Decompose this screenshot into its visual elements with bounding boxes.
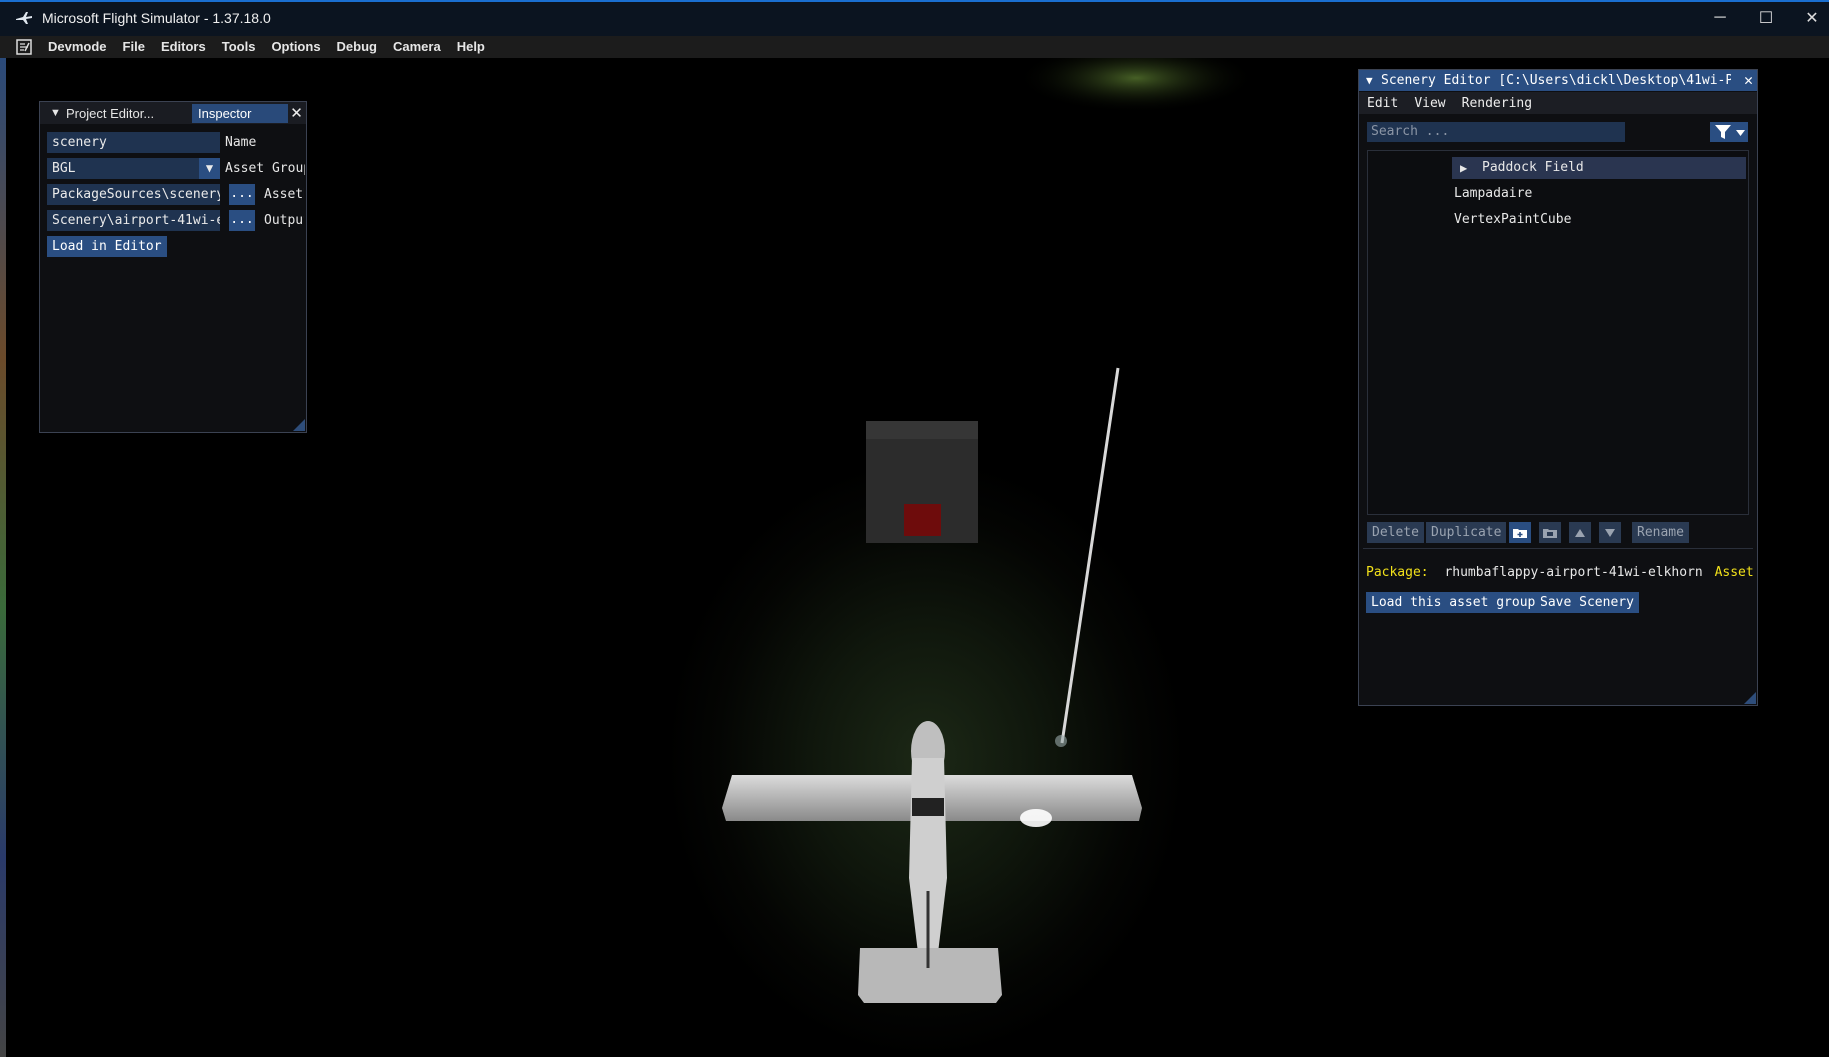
aircraft — [722, 721, 1142, 1003]
flight-simulator-app-icon — [14, 8, 34, 28]
menu-edit[interactable]: Edit — [1359, 96, 1406, 111]
duplicate-button[interactable]: Duplicate — [1426, 522, 1507, 543]
asset-group-select[interactable]: BGL ▼ — [47, 158, 220, 179]
collapse-triangle-icon[interactable]: ▼ — [1366, 74, 1373, 87]
devmode-menubar: Devmode File Editors Tools Options Debug… — [0, 36, 1829, 58]
arrow-up-icon — [1575, 528, 1585, 537]
minimize-button[interactable]: ─ — [1697, 0, 1743, 36]
move-up-button[interactable] — [1569, 522, 1591, 543]
move-down-button[interactable] — [1599, 522, 1621, 543]
search-input[interactable]: Search ... — [1367, 122, 1625, 142]
output-dir-label: Output — [264, 213, 304, 228]
menu-view[interactable]: View — [1406, 96, 1453, 111]
asset-group-value: BGL — [52, 161, 76, 176]
scenery-editor-close-button[interactable]: ✕ — [1744, 71, 1753, 89]
lampadaire-pole — [1060, 367, 1120, 744]
scenery-editor-title: Scenery Editor [C:\Users\dickl\Desktop\4… — [1381, 73, 1731, 88]
package-value: rhumbaflappy-airport-41wi-elkhorn — [1444, 565, 1703, 580]
minimize-icon: ─ — [1714, 9, 1726, 26]
tab-project-editor[interactable]: ▼ Project Editor... — [44, 104, 160, 123]
name-label: Name — [225, 135, 257, 150]
folder-button[interactable] — [1539, 522, 1561, 543]
tree-item-lampadaire[interactable]: Lampadaire — [1452, 183, 1532, 205]
menu-rendering[interactable]: Rendering — [1454, 96, 1540, 111]
menu-camera[interactable]: Camera — [385, 36, 449, 58]
close-icon: ✕ — [1743, 71, 1753, 89]
scenery-editor-titlebar[interactable]: ▼ Scenery Editor [C:\Users\dickl\Desktop… — [1359, 70, 1757, 91]
scenery-object-tree[interactable]: ▶ Paddock Field Lampadaire VertexPaintCu… — [1367, 150, 1749, 515]
vertex-paint-cube — [866, 421, 978, 543]
resize-grip-icon[interactable] — [1744, 692, 1756, 704]
devmode-toggle-icon[interactable] — [16, 39, 32, 55]
inspector-close-button[interactable]: ✕ — [287, 104, 306, 123]
tree-item-vertexpaintcube[interactable]: VertexPaintCube — [1452, 209, 1571, 231]
name-input[interactable]: scenery — [47, 132, 220, 153]
save-scenery-button[interactable]: Save Scenery — [1535, 592, 1639, 613]
close-window-button[interactable]: ✕ — [1789, 0, 1829, 36]
close-icon: ✕ — [290, 105, 303, 122]
menu-tools[interactable]: Tools — [214, 36, 264, 58]
expand-arrow-icon[interactable]: ▶ — [1460, 157, 1467, 179]
output-dir-input[interactable]: Scenery\airport-41wi-elk — [47, 210, 220, 231]
package-label: Package: — [1366, 565, 1429, 580]
add-folder-button[interactable] — [1509, 522, 1531, 543]
filter-icon — [1715, 125, 1745, 139]
folder-icon — [1543, 528, 1557, 538]
package-info-row: Package: rhumbaflappy-airport-41wi-elkho… — [1366, 564, 1754, 582]
distant-light — [1016, 58, 1256, 113]
tab-inspector[interactable]: Inspector — [192, 104, 288, 123]
asset-group-label: Asset Group — [225, 161, 305, 176]
asset-dir-label: AssetD — [264, 187, 304, 202]
tab-project-editor-label: Project Editor... — [66, 106, 155, 121]
chevron-down-icon[interactable]: ▼ — [199, 158, 220, 179]
inspector-panel: ▼ Project Editor... Inspector ✕ scenery … — [39, 101, 307, 433]
divider — [1363, 548, 1753, 549]
asset-label: Asset: — [1714, 565, 1754, 580]
close-icon: ✕ — [1805, 10, 1819, 27]
resize-grip-icon[interactable] — [293, 419, 305, 431]
browse-output-dir-button[interactable]: ... — [229, 210, 255, 231]
menu-devmode[interactable]: Devmode — [40, 36, 115, 58]
tree-item-paddock-field[interactable]: ▶ Paddock Field — [1452, 157, 1746, 179]
collapse-triangle-icon[interactable]: ▼ — [50, 104, 61, 123]
menu-file[interactable]: File — [115, 36, 153, 58]
inspector-titlebar: ▼ Project Editor... Inspector ✕ — [40, 102, 306, 124]
menu-help[interactable]: Help — [449, 36, 493, 58]
scenery-editor-panel: ▼ Scenery Editor [C:\Users\dickl\Desktop… — [1358, 69, 1758, 706]
menu-debug[interactable]: Debug — [329, 36, 385, 58]
scenery-editor-menubar: Edit View Rendering — [1359, 92, 1757, 114]
rename-button[interactable]: Rename — [1632, 522, 1689, 543]
browse-asset-dir-button[interactable]: ... — [229, 184, 255, 205]
filter-button[interactable] — [1710, 122, 1748, 142]
tree-item-label: Paddock Field — [1482, 160, 1584, 175]
window-titlebar: Microsoft Flight Simulator - 1.37.18.0 ─… — [0, 0, 1829, 36]
window-title: Microsoft Flight Simulator - 1.37.18.0 — [42, 10, 271, 26]
load-in-editor-button[interactable]: Load in Editor — [47, 236, 167, 257]
arrow-down-icon — [1605, 528, 1615, 537]
maximize-button[interactable]: ☐ — [1743, 0, 1789, 36]
maximize-icon: ☐ — [1758, 10, 1774, 27]
menu-editors[interactable]: Editors — [153, 36, 214, 58]
folder-add-icon — [1513, 528, 1527, 538]
menu-options[interactable]: Options — [263, 36, 328, 58]
asset-dir-input[interactable]: PackageSources\scenery\ — [47, 184, 220, 205]
load-asset-group-button[interactable]: Load this asset group — [1366, 592, 1541, 613]
delete-button[interactable]: Delete — [1367, 522, 1424, 543]
